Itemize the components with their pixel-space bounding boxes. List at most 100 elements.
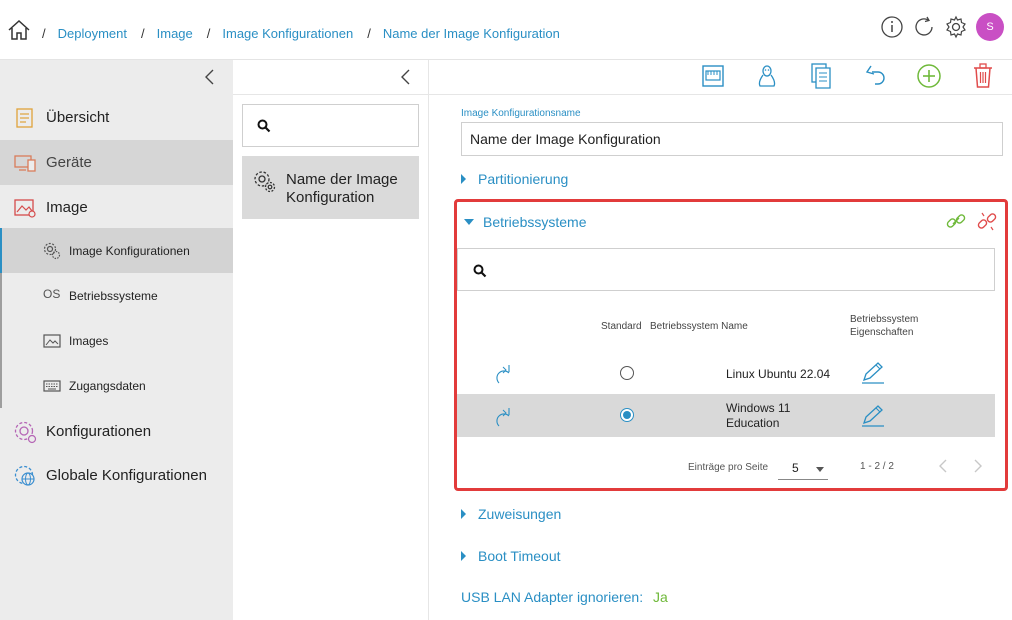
section-title: Betriebssysteme <box>483 214 587 230</box>
gear-icon[interactable] <box>944 15 968 39</box>
trash-icon[interactable] <box>970 62 996 90</box>
breadcrumb-deployment[interactable]: Deployment <box>58 26 127 41</box>
column-header-props-line: Betriebssystem <box>850 314 919 325</box>
column-header-props[interactable]: Betriebssystem Eigenschaften <box>850 313 918 339</box>
chevron-right-icon[interactable] <box>972 458 984 474</box>
caret-down-icon <box>816 467 824 472</box>
toolbar <box>700 62 996 90</box>
copy-document-icon[interactable] <box>808 62 834 90</box>
default-radio[interactable] <box>620 408 634 422</box>
edit-icon[interactable] <box>860 361 886 385</box>
edit-icon[interactable] <box>860 404 886 428</box>
pager-per-page-select[interactable]: 5 <box>778 456 828 480</box>
sidebar-item-image[interactable]: Image <box>0 185 233 230</box>
sidebar-item-label: Geräte <box>46 154 92 171</box>
os-name: Windows 11 Education <box>726 401 790 431</box>
column-header-standard[interactable]: Standard <box>601 320 642 333</box>
sidebar-item-uebersicht[interactable]: Übersicht <box>0 95 233 140</box>
default-radio[interactable] <box>620 366 634 380</box>
table-row[interactable]: Linux Ubuntu 22.04 <box>457 351 995 394</box>
section-title: Boot Timeout <box>478 548 561 564</box>
config-list-item[interactable]: Name der Image Konfiguration <box>242 156 419 219</box>
breadcrumb-separator: / <box>42 26 46 41</box>
reassign-icon[interactable] <box>495 406 513 428</box>
sidebar-item-konfigurationen[interactable]: Konfigurationen <box>0 409 233 454</box>
sidebar-subitem-image-konfigurationen[interactable]: Image Konfigurationen <box>0 228 233 273</box>
app-header: / Deployment / Image / Image Konfigurati… <box>0 0 1012 60</box>
os-name-line: Windows 11 <box>726 401 791 415</box>
usb-lan-value[interactable]: Ja <box>653 589 668 605</box>
breadcrumb-current[interactable]: Name der Image Konfiguration <box>383 26 560 41</box>
caret-right-icon <box>461 174 466 184</box>
section-partitionierung[interactable]: Partitionierung <box>461 171 568 187</box>
caret-right-icon <box>461 509 466 519</box>
keyboard-icon <box>43 379 61 392</box>
add-icon[interactable] <box>916 62 942 90</box>
sidebar-item-label: Übersicht <box>46 109 110 126</box>
os-section: Betriebssysteme Standard Betriebssystem … <box>454 199 1008 491</box>
sidebar-item-geraete[interactable]: Geräte <box>0 140 233 185</box>
table-row[interactable]: Windows 11 Education <box>457 394 995 437</box>
pager-per-page-value: 5 <box>792 461 799 475</box>
breadcrumb-image[interactable]: Image <box>157 26 193 41</box>
gears-icon <box>254 171 276 193</box>
sidebar-subitem-label: Image Konfigurationen <box>69 243 190 258</box>
caret-right-icon <box>461 551 466 561</box>
os-name: Linux Ubuntu 22.04 <box>726 367 831 381</box>
sidebar-subitem-zugangsdaten[interactable]: Zugangsdaten <box>0 363 233 408</box>
section-title: Partitionierung <box>478 171 569 187</box>
dashboard-icon <box>16 107 33 128</box>
sidebar-subitem-images[interactable]: Images <box>0 318 233 363</box>
chevron-left-icon[interactable] <box>203 69 217 85</box>
reassign-icon[interactable] <box>495 363 513 385</box>
section-boot-timeout[interactable]: Boot Timeout <box>461 548 561 564</box>
refresh-icon[interactable] <box>912 15 936 39</box>
config-gear-icon <box>14 421 37 443</box>
breadcrumb-separator: / <box>206 26 211 41</box>
info-icon[interactable] <box>880 15 904 39</box>
global-config-icon <box>14 465 35 486</box>
config-search-input[interactable] <box>242 104 419 147</box>
link-icon[interactable] <box>945 210 967 232</box>
undo-icon[interactable] <box>862 62 888 90</box>
header-actions: S <box>880 13 1004 41</box>
os-icon: OS <box>43 286 61 301</box>
sidebar-subitem-label: Betriebssysteme <box>69 288 158 303</box>
unlink-icon[interactable] <box>976 210 998 232</box>
section-zuweisungen[interactable]: Zuweisungen <box>461 506 561 522</box>
chevron-left-icon[interactable] <box>399 69 413 85</box>
column-header-props-line: Eigenschaften <box>850 327 914 338</box>
ethernet-icon[interactable] <box>700 62 726 90</box>
pager-range: 1 - 2 / 2 <box>860 461 894 472</box>
chevron-left-icon[interactable] <box>937 458 949 474</box>
breadcrumb-image-konfigurationen[interactable]: Image Konfigurationen <box>222 26 353 41</box>
os-search-input[interactable] <box>457 248 995 291</box>
sidebar-item-label: Image <box>46 199 88 216</box>
picture-icon <box>43 333 61 348</box>
breadcrumb-separator: / <box>141 26 145 41</box>
usb-lan-label: USB LAN Adapter ignorieren: <box>461 589 644 605</box>
sidebar-subitem-label: Images <box>69 333 109 348</box>
breadcrumb: / Deployment / Image / Image Konfigurati… <box>42 26 574 41</box>
devices-icon <box>14 154 36 172</box>
search-icon <box>473 264 487 278</box>
pager-per-page-label: Einträge pro Seite <box>688 462 769 473</box>
sidebar: Übersicht Geräte Image Image Konfigurati… <box>0 60 233 620</box>
section-title: Zuweisungen <box>478 506 562 522</box>
usb-lan-adapter-setting: USB LAN Adapter ignorieren: Ja <box>461 589 668 605</box>
search-icon <box>257 119 271 133</box>
caret-down-icon <box>464 219 474 225</box>
column-header-name[interactable]: Betriebssystem Name <box>650 320 748 333</box>
home-icon[interactable] <box>7 18 31 42</box>
section-betriebssysteme[interactable]: Betriebssysteme <box>464 214 586 230</box>
sidebar-subitem-betriebssysteme[interactable]: OS Betriebssysteme <box>0 273 233 318</box>
linux-icon[interactable] <box>754 62 780 90</box>
user-avatar[interactable]: S <box>976 13 1004 41</box>
sidebar-item-label: Konfigurationen <box>46 423 152 440</box>
image-icon <box>14 198 36 218</box>
sidebar-item-globale-konfigurationen[interactable]: Globale Konfigurationen <box>0 453 233 498</box>
gears-icon <box>43 242 61 259</box>
config-list-item-label: Name der Image Konfiguration <box>286 171 398 206</box>
active-indicator <box>0 228 2 273</box>
config-name-input[interactable]: Name der Image Konfiguration <box>461 122 1003 156</box>
